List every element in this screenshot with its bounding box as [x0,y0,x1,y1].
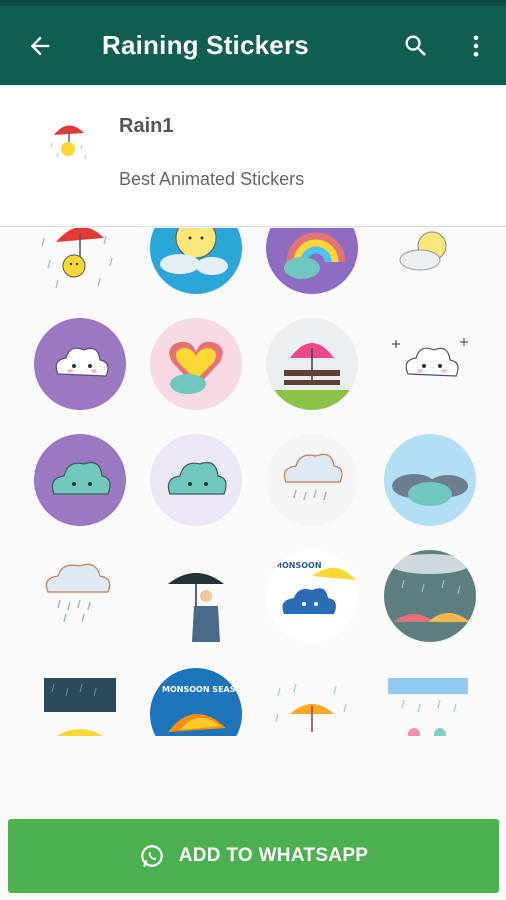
sticker-10[interactable] [150,434,242,526]
back-button[interactable] [22,28,58,64]
rain-umbrellas-icon [390,554,470,622]
dark-rain-icon [44,678,116,736]
sticker-8[interactable] [384,318,476,410]
pack-name: Rain1 [119,115,174,137]
cloud-sparkle-icon [392,338,468,377]
sticker-3[interactable] [266,228,358,294]
cute-cloud-icon [55,347,109,377]
cloud-rain-blue-icon [388,678,468,736]
pink-umbrella-bench-icon [266,343,358,410]
back-arrow-icon [30,36,50,56]
sticker-grid: MONSOON MONSOON SEASON [0,228,506,736]
sticker-13[interactable] [34,550,126,642]
rain-cloud-outline-icon [45,563,111,623]
add-button-label: ADD TO WHATSAPP [178,845,369,866]
sun-cloud-sketch-icon [399,231,447,271]
page-title: Raining Stickers [102,30,309,60]
teal-cloud-icon [51,461,111,495]
sticker-17[interactable] [34,668,126,736]
pack-publisher: Best Animated Stickers [119,169,305,189]
more-vert-icon [473,35,479,57]
rain-cloud-icon [283,453,343,501]
monsoon-umbrella-icon: MONSOON [274,561,356,614]
app-bar: Raining Stickers [0,6,506,85]
overflow-menu-button[interactable] [458,28,494,64]
sticker-11[interactable] [266,434,358,526]
sticker-9[interactable] [34,434,126,526]
add-to-whatsapp-button[interactable]: ADD TO WHATSAPP [8,819,499,893]
man-umbrella-icon [168,573,224,642]
sticker-14[interactable] [150,550,242,642]
umbrella-sun-icon [41,228,113,289]
sticker-pack-header: Rain1 Best Animated Stickers [0,85,506,227]
sticker-6[interactable] [150,318,242,410]
sticker-5[interactable] [34,318,126,410]
whatsapp-icon [140,845,163,867]
two-clouds-icon [392,474,468,506]
sticker-18[interactable]: MONSOON SEASON [150,668,242,736]
sticker-19[interactable] [266,668,358,736]
umbrella-rain-icon [275,683,347,732]
rainbow-cloud-icon [284,232,346,279]
sticker-7[interactable] [266,318,358,410]
sticker-20[interactable] [384,668,476,736]
sticker-12[interactable] [384,434,476,526]
monsoon-season-label: MONSOON SEASON [162,685,242,694]
sun-cloud-icon [160,228,228,275]
search-button[interactable] [398,28,434,64]
teal-cloud-dotted-icon [167,461,227,495]
search-icon [405,35,426,56]
monsoon-season-icon: MONSOON SEASON [162,685,242,732]
pack-thumbnail [44,113,96,165]
monsoon-label: MONSOON [274,561,322,570]
sticker-2[interactable] [150,228,242,294]
rainbow-heart-icon [169,341,223,394]
sticker-1[interactable] [34,228,126,300]
sticker-16[interactable] [384,550,476,642]
sticker-15[interactable]: MONSOON [266,550,358,642]
sticker-4[interactable] [384,228,476,300]
